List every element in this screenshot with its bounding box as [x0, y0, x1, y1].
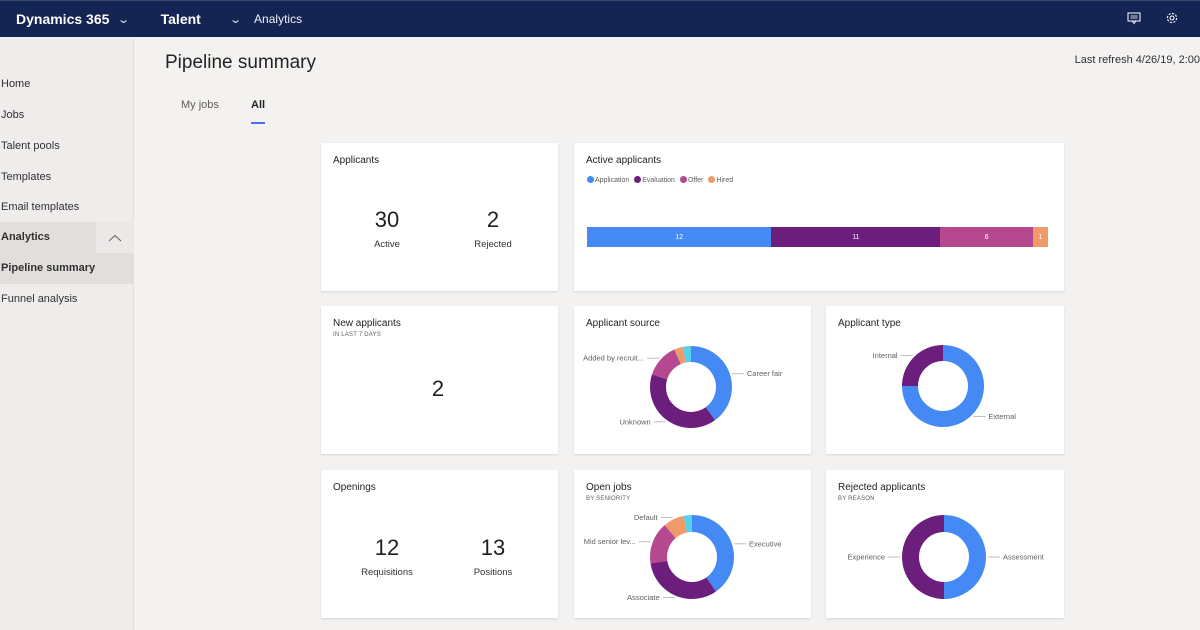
donut-slice-internal[interactable]: [902, 345, 943, 386]
app-launcher-title[interactable]: Dynamics 365: [16, 11, 109, 27]
slice-label: Career fair: [747, 369, 783, 378]
applicant-type-card[interactable]: Applicant type External Internal: [826, 306, 1064, 454]
card-subtitle: IN LAST 7 DAYS: [333, 332, 381, 338]
rejected-applicants-card[interactable]: Rejected applicants BY REASON Assessment…: [826, 470, 1064, 618]
legend-label: Hired: [716, 177, 734, 184]
kpi-positions: 13 Positions: [443, 535, 543, 578]
donut-slice-experience[interactable]: [902, 515, 944, 599]
legend-label: Offer: [687, 177, 704, 184]
kpi-value: 13: [480, 535, 506, 560]
kpi-value: 12: [374, 535, 400, 560]
tab-all[interactable]: All: [251, 99, 265, 111]
bar-data-label: 6: [984, 233, 989, 241]
chevron-up-icon: [108, 234, 122, 241]
donut-slice-assessment[interactable]: [944, 515, 986, 599]
open-jobs-donut: Executive Associate Mid senior lev... Defau…: [584, 513, 782, 602]
kpi-value: 30: [374, 207, 400, 232]
tab-my-jobs[interactable]: My jobs: [181, 99, 219, 111]
slice-label: Executive: [749, 539, 782, 548]
legend-item-application[interactable]: Application: [587, 176, 629, 184]
bar-segment-hired[interactable]: 1: [1032, 227, 1048, 247]
openings-card[interactable]: Openings 12 Requisitions 13 Positions: [321, 470, 558, 618]
bar-data-label: 12: [675, 233, 684, 241]
feedback-icon[interactable]: [1126, 10, 1142, 26]
kpi-label: Requisitions: [361, 567, 413, 578]
sidebar-item-home[interactable]: Home: [0, 69, 133, 99]
sidebar-group-analytics[interactable]: Analytics: [0, 222, 96, 253]
chevron-down-icon[interactable]: ⌄: [229, 13, 242, 26]
settings-icon[interactable]: [1164, 10, 1180, 26]
slice-label: Associate: [627, 593, 660, 602]
donut-slice-career-fair[interactable]: [691, 346, 732, 421]
legend-swatch: [634, 176, 642, 183]
slice-label: Experience: [847, 553, 885, 562]
bar-segment-evaluation[interactable]: 11: [771, 227, 941, 247]
donut-slice-executive[interactable]: [692, 515, 734, 592]
selected-tab-indicator: [251, 122, 265, 124]
kpi-rejected: 2 Rejected: [443, 207, 543, 250]
donut-slice-associate[interactable]: [650, 560, 716, 599]
kpi-label: Active: [374, 239, 400, 250]
legend-label: Evaluation: [642, 177, 675, 184]
legend-item-offer[interactable]: Offer: [679, 176, 704, 184]
applicant-source-donut: Career fair Unknown Added by recruit...: [583, 346, 783, 428]
bar-segment-offer[interactable]: 6: [940, 227, 1033, 247]
kpi-requisitions: 12 Requisitions: [337, 535, 437, 578]
collapse-analytics-button[interactable]: [96, 222, 134, 253]
kpi-label: Positions: [473, 567, 513, 578]
card-title: Active applicants: [586, 155, 662, 166]
slice-label: Assessment: [1003, 553, 1045, 562]
card-title: Applicants: [333, 155, 380, 166]
rejected-applicants-donut: Assessment Experience: [847, 515, 1045, 599]
sidebar-item-templates[interactable]: Templates: [0, 162, 133, 192]
kpi-label: Rejected: [474, 239, 512, 250]
slice-label: Mid senior lev...: [584, 537, 636, 546]
legend-swatch: [587, 176, 594, 183]
sidebar-item-email-templates[interactable]: Email templates: [0, 192, 133, 222]
kpi-active: 30 Active: [337, 207, 437, 250]
active-applicants-card[interactable]: Active applicants Application Evaluation O…: [574, 143, 1064, 291]
legend-swatch: [679, 176, 687, 183]
applicants-card[interactable]: Applicants 30 Active 2 Rejected: [321, 143, 558, 291]
kpi-value: 2: [486, 207, 500, 232]
open-jobs-card[interactable]: Open jobs BY SENIORITY Executive Associat…: [574, 470, 811, 618]
top-nav-bar: Dynamics 365 ⌄ Talent ⌄ Analytics: [0, 0, 1200, 37]
slice-label: Internal: [873, 351, 898, 360]
app-name[interactable]: Talent: [161, 11, 201, 27]
area-breadcrumb[interactable]: Analytics: [254, 12, 302, 26]
slice-label: Added by recruit...: [583, 354, 644, 363]
bar-segment-application[interactable]: 12: [587, 227, 772, 247]
page-title: Pipeline summary: [165, 52, 316, 73]
bar-data-label: 11: [852, 233, 860, 241]
slice-label: Unknown: [619, 417, 650, 426]
card-title: New applicants: [333, 318, 401, 329]
legend-item-hired[interactable]: Hired: [708, 176, 733, 184]
applicant-type-donut: External Internal: [873, 345, 1016, 427]
kpi-value: 2: [431, 376, 445, 401]
slice-label: Default: [634, 513, 659, 522]
legend-label: Application: [595, 177, 630, 184]
sidebar-item-jobs[interactable]: Jobs: [0, 100, 133, 130]
sidebar: Home Jobs Talent pools Templates Email t…: [0, 38, 134, 630]
new-applicants-card[interactable]: New applicants IN LAST 7 DAYS 2: [321, 306, 558, 454]
sidebar-item-funnel-analysis[interactable]: Funnel analysis: [0, 284, 133, 314]
slice-label: External: [988, 412, 1016, 421]
legend-item-evaluation[interactable]: Evaluation: [634, 176, 675, 184]
applicant-source-card[interactable]: Applicant source Career fair Unknown Added…: [574, 306, 811, 454]
stacked-bar: 12 11 6 1: [587, 227, 1048, 247]
chevron-down-icon[interactable]: ⌄: [118, 13, 131, 26]
chart-legend: Application Evaluation Offer Hired: [587, 176, 735, 184]
main-content: Pipeline summary Last refresh 4/26/19, 2…: [134, 38, 1200, 630]
kpi-new-applicants: 2: [388, 376, 488, 402]
sidebar-item-talent-pools[interactable]: Talent pools: [0, 131, 133, 161]
bar-data-label: 1: [1038, 233, 1043, 241]
donut-slice-unknown[interactable]: [650, 374, 716, 428]
card-title: Openings: [333, 482, 376, 493]
last-refresh-text: Last refresh 4/26/19, 2:00: [1074, 54, 1200, 66]
sidebar-item-pipeline-summary[interactable]: Pipeline summary: [0, 253, 133, 284]
legend-swatch: [708, 176, 716, 183]
